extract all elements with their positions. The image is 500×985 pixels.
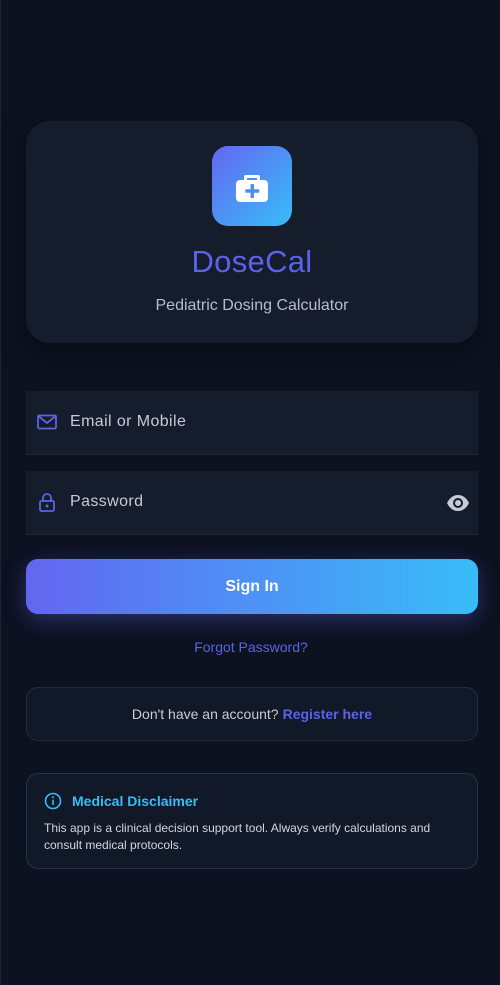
eye-icon[interactable] xyxy=(446,492,470,514)
forgot-password-link[interactable]: Forgot Password? xyxy=(1,639,500,655)
register-question: Don't have an account? xyxy=(131,706,279,722)
password-field[interactable]: Password xyxy=(26,471,478,535)
brand-card: DoseCal Pediatric Dosing Calculator xyxy=(26,121,478,343)
lock-icon xyxy=(36,491,58,513)
password-placeholder: Password xyxy=(70,493,144,510)
register-prompt: Don't have an account? Register here xyxy=(26,687,478,741)
mail-icon xyxy=(36,411,58,433)
app-title: DoseCal xyxy=(191,244,313,279)
sign-in-button[interactable]: Sign In xyxy=(26,559,478,614)
medical-kit-icon xyxy=(212,146,292,226)
login-screen: DoseCal Pediatric Dosing Calculator Emai… xyxy=(1,0,500,985)
email-placeholder: Email or Mobile xyxy=(70,413,187,430)
disclaimer-text: This app is a clinical decision support … xyxy=(44,821,431,852)
info-icon xyxy=(44,792,62,810)
email-field[interactable]: Email or Mobile xyxy=(26,391,478,455)
register-link[interactable]: Register here xyxy=(283,706,372,722)
disclaimer-title: Medical Disclaimer xyxy=(72,793,199,809)
app-subtitle: Pediatric Dosing Calculator xyxy=(155,297,349,314)
medical-disclaimer: Medical Disclaimer This app is a clinica… xyxy=(26,773,478,869)
